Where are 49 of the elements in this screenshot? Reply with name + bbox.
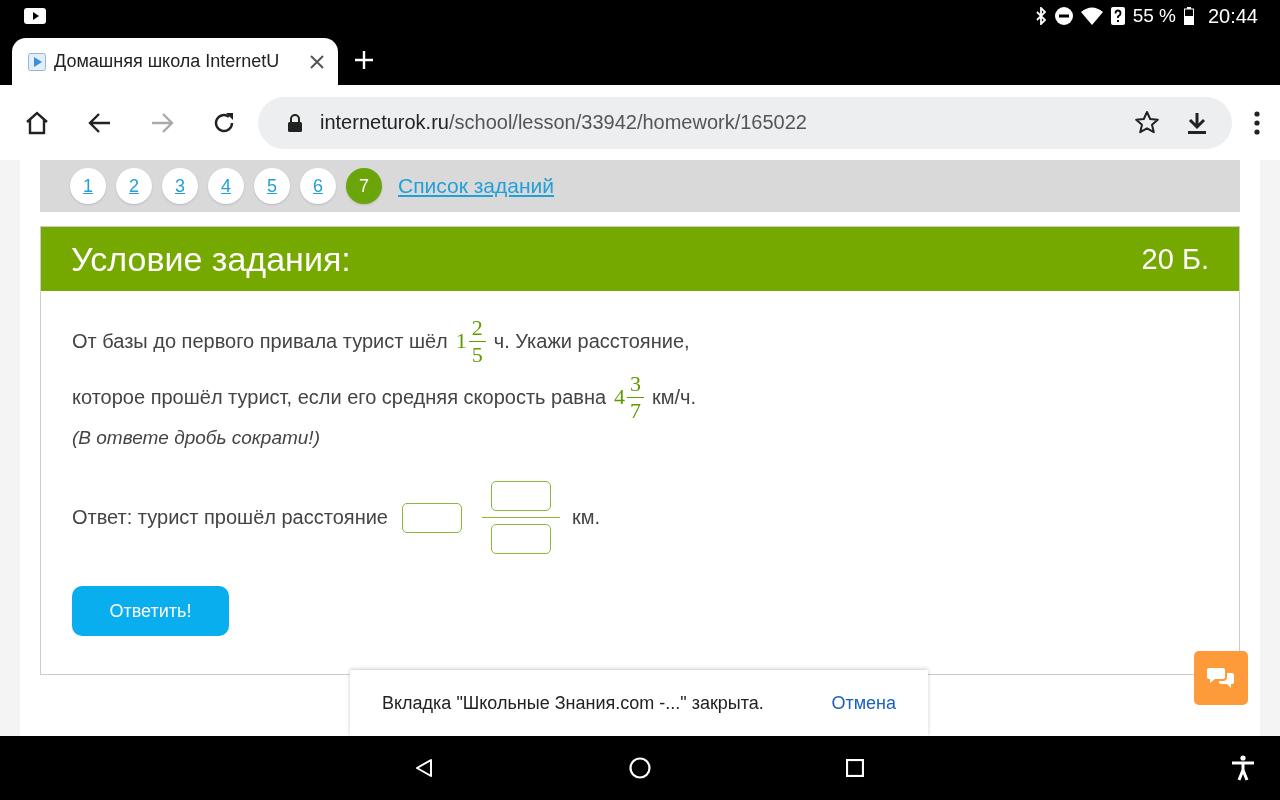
task-title: Условие задания: xyxy=(71,239,351,279)
task-number-link[interactable]: 2 xyxy=(116,168,152,204)
snackbar-message: Вкладка "Школьные Знания.com -..." закрыта. xyxy=(382,692,764,714)
new-tab-icon[interactable] xyxy=(354,50,374,70)
back-triangle-icon[interactable] xyxy=(415,758,433,778)
denominator-field[interactable] xyxy=(490,524,551,554)
task-list-link[interactable]: Список заданий xyxy=(398,174,554,198)
wifi-icon xyxy=(1080,7,1103,25)
problem-text: км/ч. xyxy=(652,385,697,409)
browser-tab[interactable]: Домашняя школа InternetU xyxy=(12,38,338,85)
undo-link[interactable]: Отмена xyxy=(831,692,896,714)
star-icon[interactable] xyxy=(1134,109,1160,136)
problem-text: ч. Укажи расстояние, xyxy=(493,329,690,353)
hint-text: (В ответе дробь сократи!) xyxy=(72,427,321,449)
battery-percent: 55 % xyxy=(1132,5,1176,27)
battery-icon xyxy=(1183,7,1194,25)
tab-title: Домашняя школа InternetU xyxy=(54,51,281,72)
signal-question-icon xyxy=(1110,7,1125,25)
task-number-link[interactable]: 3 xyxy=(162,168,198,204)
answer-label: Ответ: турист прошёл расстояние xyxy=(72,506,388,529)
close-icon[interactable] xyxy=(310,54,324,69)
more-menu-icon[interactable] xyxy=(1254,110,1260,135)
bluetooth-icon xyxy=(1034,7,1047,25)
page-favicon-icon xyxy=(28,52,46,71)
task-number-link[interactable]: 5 xyxy=(254,168,290,204)
reload-icon[interactable] xyxy=(212,110,236,135)
play-icon xyxy=(24,8,46,24)
do-not-disturb-icon xyxy=(1054,7,1073,25)
back-icon[interactable] xyxy=(88,110,112,135)
unit-label: км. xyxy=(571,506,601,529)
problem-text: От базы до первого привала турист шёл xyxy=(72,329,448,353)
whole-part-field[interactable] xyxy=(401,502,462,533)
numerator-field[interactable] xyxy=(490,481,551,511)
url-text: interneturok.ru/school/lesson/33942/homework/165022 xyxy=(320,111,807,134)
chat-bubbles-icon xyxy=(1207,666,1235,690)
task-number-link[interactable]: 4 xyxy=(208,168,244,204)
submit-button[interactable]: Ответить! xyxy=(72,586,229,636)
task-number-link[interactable]: 6 xyxy=(300,168,336,204)
accessibility-icon[interactable] xyxy=(1231,755,1255,781)
task-number-link[interactable]: 1 xyxy=(70,168,106,204)
task-points: 20 Б. xyxy=(1141,242,1209,276)
home-icon[interactable] xyxy=(24,109,50,136)
clock: 20:44 xyxy=(1207,4,1258,28)
address-bar[interactable]: interneturok.ru/school/lesson/33942/homework/165022 xyxy=(258,96,1232,149)
lock-icon xyxy=(288,113,302,132)
home-circle-icon[interactable] xyxy=(629,757,651,779)
problem-text: которое прошёл турист, если его средняя скорость равна xyxy=(72,385,607,409)
download-icon[interactable] xyxy=(1186,110,1208,135)
task-number-link[interactable]: 7 xyxy=(346,168,382,204)
